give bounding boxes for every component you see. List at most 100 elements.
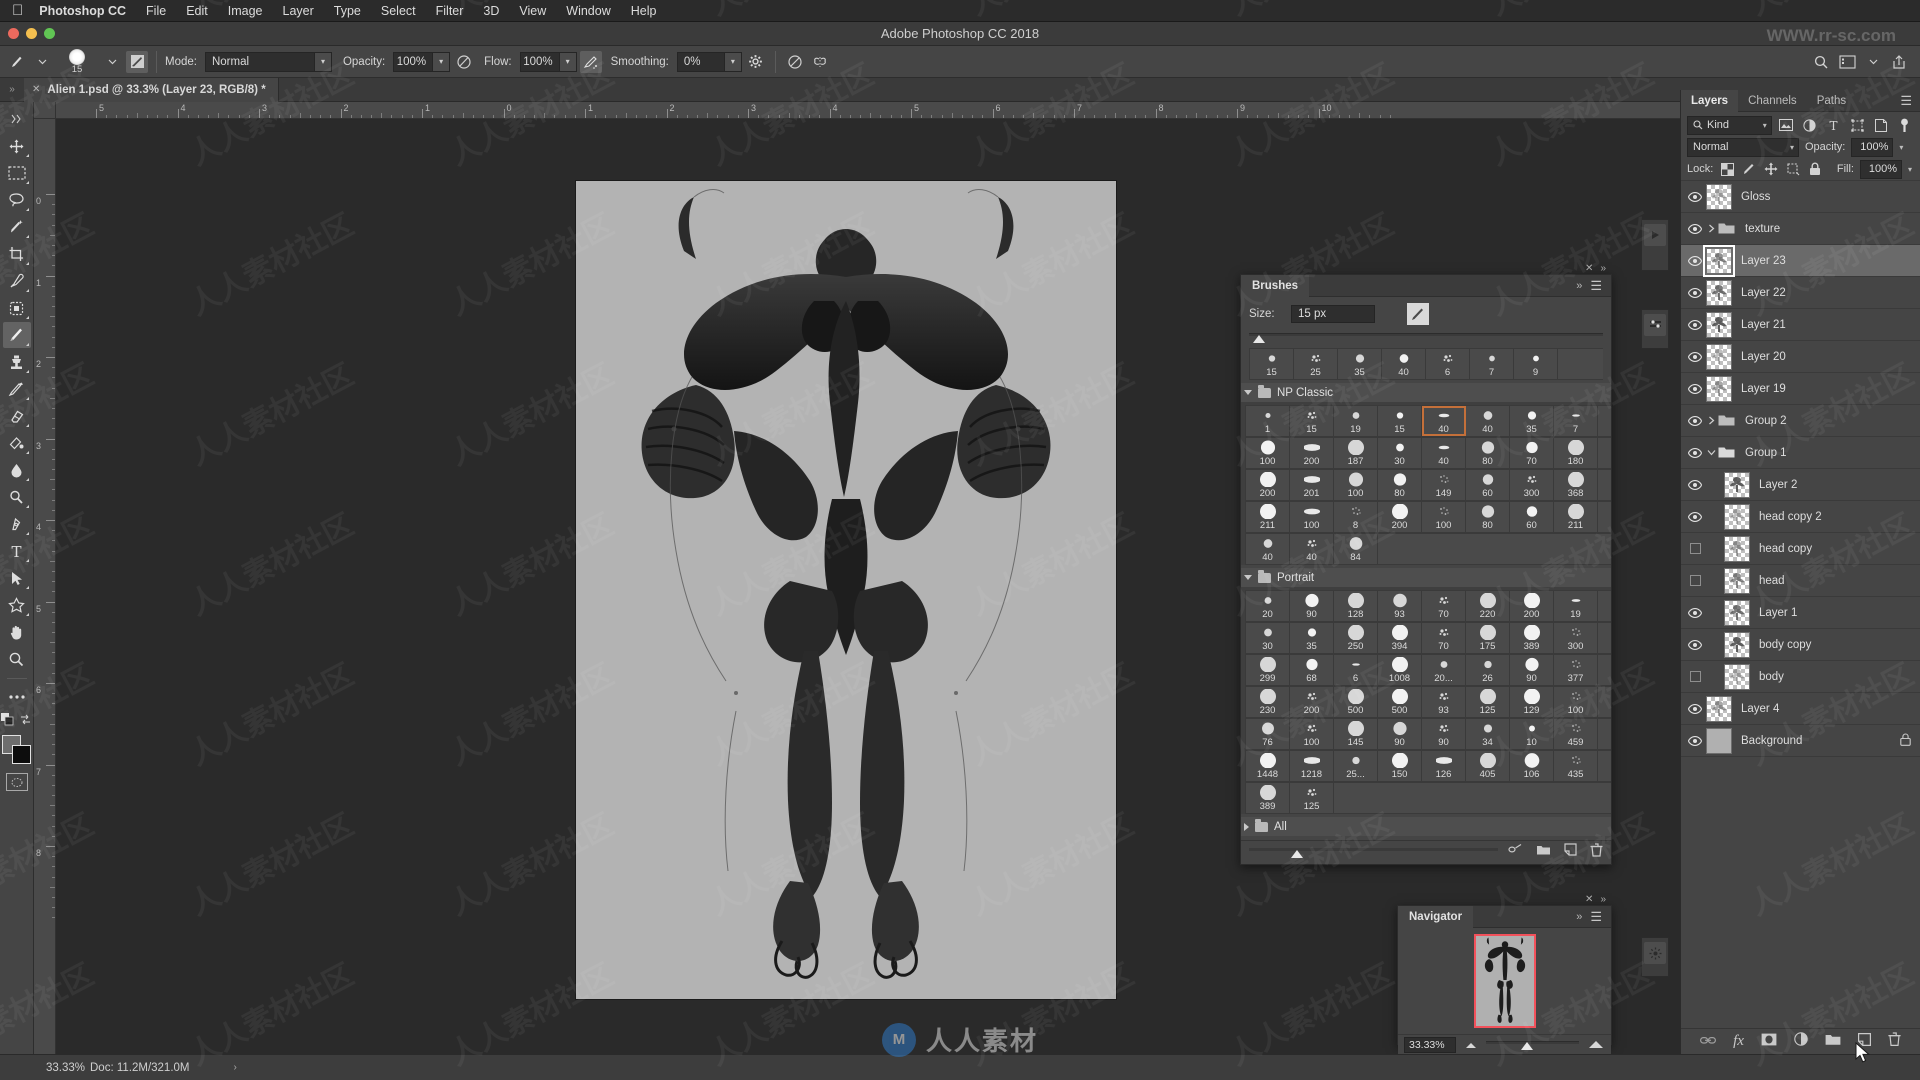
navigator-slider-knob[interactable] [1521,1041,1534,1050]
brush-cell[interactable]: 459 [1554,719,1598,749]
navigator-thumbnail[interactable] [1473,934,1536,1028]
brush-cell[interactable]: 30 [1246,623,1290,653]
recent-brush-cell[interactable]: 9 [1514,349,1558,379]
layer-row[interactable]: Gloss [1681,181,1920,213]
layer-thumbnail[interactable] [1706,727,1732,754]
brush-cell[interactable]: 125 [1290,783,1334,813]
brush-cell[interactable]: 26 [1466,655,1510,685]
layer-row[interactable]: Group 1 [1681,437,1920,469]
brush-cell[interactable]: 70 [1422,623,1466,653]
tab-layers[interactable]: Layers [1681,89,1739,112]
layer-visibility-eye-icon[interactable] [1684,287,1706,298]
menu-help[interactable]: Help [631,4,657,18]
brush-cell[interactable]: 1448 [1246,751,1290,781]
chevron-right-icon[interactable] [1706,224,1716,233]
document-tab[interactable]: ✕ Alien 1.psd @ 33.3% (Layer 23, RGB/8) … [24,77,279,102]
eyedropper-tool[interactable] [3,268,31,294]
layer-row[interactable]: Layer 23 [1681,244,1920,277]
brush-cell[interactable]: 30 [1378,438,1422,468]
layer-thumbnail[interactable] [1724,535,1750,562]
blur-tool[interactable] [3,457,31,483]
brush-tool[interactable] [2,322,31,348]
brush-cell[interactable]: 25... [1334,751,1378,781]
brushes-collapse-icon[interactable]: » [1600,263,1606,274]
menu-file[interactable]: File [146,4,166,18]
delete-brush-icon[interactable] [1590,843,1603,862]
brush-cell[interactable]: 211 [1246,502,1290,532]
tab-brushes[interactable]: Brushes [1241,274,1310,297]
brush-cell[interactable]: 180 [1554,438,1598,468]
brushes-size-footer-slider[interactable] [1249,847,1498,859]
recent-brush-cell[interactable]: 40 [1382,349,1426,379]
brush-cell[interactable]: 377 [1554,655,1598,685]
search-icon[interactable] [1810,51,1832,73]
layer-visibility-off-icon[interactable] [1684,575,1706,586]
tab-paths[interactable]: Paths [1807,90,1856,112]
brush-preset-edit-icon[interactable] [1407,303,1429,325]
brush-cell[interactable]: 90 [1510,655,1554,685]
lock-position-icon[interactable] [1763,161,1779,177]
brush-cell[interactable]: 500 [1334,687,1378,717]
new-group-icon[interactable] [1825,1033,1841,1051]
smart-object-filter-icon[interactable] [1872,116,1891,135]
layer-thumbnail[interactable] [1706,183,1732,210]
layer-visibility-eye-icon[interactable] [1684,351,1706,362]
brush-cell[interactable]: 40 [1466,406,1510,436]
chevron-down-icon[interactable] [1244,575,1252,580]
layer-row[interactable]: Layer 1 [1681,597,1920,629]
brush-cell[interactable]: 76 [1246,719,1290,749]
navigator-collapsed-icon[interactable] [1644,942,1666,964]
brush-cell[interactable]: 35 [1290,623,1334,653]
layer-fill-input[interactable]: 100% [1859,159,1902,179]
layer-thumbnail[interactable] [1706,311,1732,338]
hand-tool[interactable] [3,619,31,645]
layer-row[interactable]: Layer 4 [1681,693,1920,725]
collapse-panels-icon[interactable]: » [0,84,24,95]
layer-thumbnail[interactable] [1703,244,1735,277]
timeline-play-icon[interactable] [1644,224,1666,246]
navigator-collapse-icon[interactable]: » [1600,894,1606,905]
layer-row[interactable]: head copy 2 [1681,501,1920,533]
brush-cell[interactable]: 211 [1554,502,1598,532]
brush-cell[interactable]: 90 [1378,719,1422,749]
pixel-filter-icon[interactable] [1777,116,1796,135]
brush-cell[interactable]: 106 [1510,751,1554,781]
brush-cell[interactable]: 19 [1334,406,1378,436]
quick-selection-tool[interactable] [3,214,31,240]
symmetry-butterfly-icon[interactable] [809,51,831,73]
workspace-switcher-icon[interactable] [1836,51,1858,73]
layer-thumbnail[interactable] [1706,343,1732,370]
layer-row[interactable]: Layer 19 [1681,373,1920,405]
brush-cell[interactable]: 149 [1422,470,1466,500]
brush-cell[interactable]: 40 [1246,534,1290,564]
pen-tool[interactable] [3,511,31,537]
brush-settings-icon[interactable] [1644,314,1666,336]
brush-cell[interactable]: 40 [1422,438,1466,468]
layer-row[interactable]: Background [1681,725,1920,757]
brush-cell[interactable]: 90 [1290,591,1334,621]
brush-cell[interactable]: 405 [1466,751,1510,781]
brush-size-slider[interactable] [1249,332,1603,344]
status-expand-arrow-icon[interactable]: › [190,1062,237,1073]
brush-cell[interactable]: 201 [1290,470,1334,500]
link-layers-icon[interactable] [1700,1033,1717,1051]
brush-group-header[interactable]: All [1241,817,1611,836]
menu-type[interactable]: Type [334,4,361,18]
navigator-close-icon[interactable]: ✕ [1585,894,1593,905]
chevron-down-icon[interactable] [1244,390,1252,395]
brush-cell[interactable]: 34 [1466,719,1510,749]
lasso-tool[interactable] [3,187,31,213]
brush-cell[interactable]: 93 [1422,687,1466,717]
brush-size-input[interactable]: 15 px [1291,305,1375,323]
layer-visibility-eye-icon[interactable] [1684,703,1706,714]
lock-artboard-icon[interactable] [1785,161,1801,177]
chevron-right-icon[interactable] [1706,416,1716,425]
brush-cell[interactable]: 35 [1510,406,1554,436]
edit-toolbar-ellipsis-icon[interactable] [3,684,31,710]
brush-cell[interactable]: 200 [1378,502,1422,532]
brush-cell[interactable]: 500 [1378,687,1422,717]
flow-select[interactable]: 100% ▾ [519,51,577,72]
brush-cell[interactable]: 100 [1290,502,1334,532]
layer-visibility-off-icon[interactable] [1684,671,1706,682]
brush-cell[interactable]: 129 [1510,687,1554,717]
